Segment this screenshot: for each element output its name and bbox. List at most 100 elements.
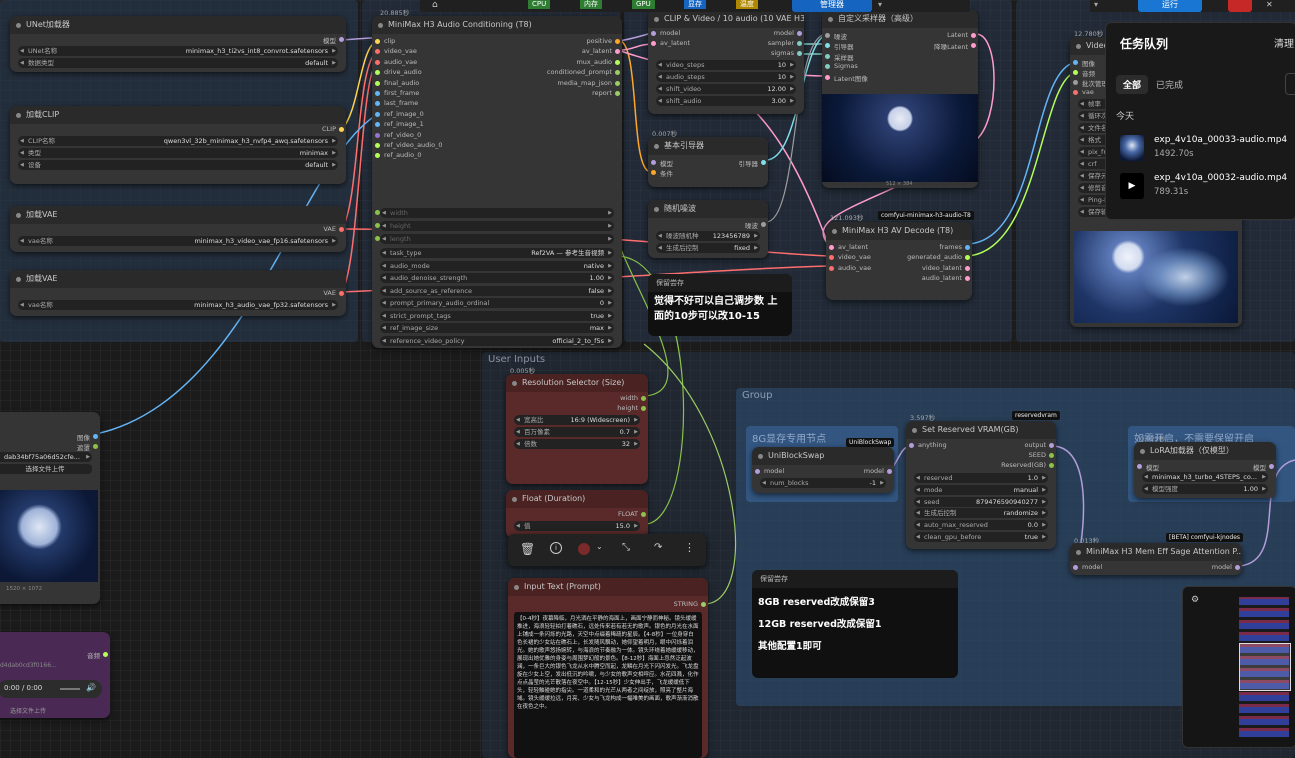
ac-output-port[interactable]: conditioned_prompt [547,68,612,76]
cs-input-pin[interactable] [825,74,830,80]
avd-output-pin[interactable] [965,245,970,250]
cs-output-latent[interactable]: Latent [947,31,968,39]
float-value-widget[interactable]: 值15.0 [514,521,640,531]
ac-output-pin[interactable] [615,49,620,55]
vram-input-anything[interactable]: anything [918,441,947,449]
minimap-settings-icon[interactable]: ⚙ [1191,595,1199,605]
sage-output-pin[interactable] [1235,565,1240,570]
load-audio-output-pin[interactable] [103,652,108,657]
ac-input-port[interactable]: ref_audio_0 [384,151,421,159]
res-output-width[interactable]: width [620,394,638,402]
guider-output[interactable]: 引导器 [739,158,759,168]
lora-loader-node[interactable]: LoRA加载器（仅模型） 模型 模型 minimax_h3_turbo_4STE… [1134,442,1276,498]
ac-converted-widget[interactable]: length [380,234,614,244]
load-image-file-widget[interactable]: dab34bf75a06d52cfe... [0,452,92,462]
av-decode-node[interactable]: MiniMax H3 AV Decode (T8) av_latent video… [826,222,972,300]
vc-input-port[interactable]: 音频 [1082,68,1095,78]
vram-output-seed[interactable]: SEED [1029,451,1046,459]
ac-input-pin[interactable] [375,101,380,107]
vram-widget[interactable]: clean_gpu_before true [914,532,1048,542]
ac-input-port[interactable]: drive_audio [384,68,422,76]
ac-input-port[interactable]: final_audio [384,79,419,87]
ac-widget[interactable]: strict_prompt_tags true [380,310,614,321]
ac-converted-pin[interactable] [375,210,380,215]
vram-output-pin-3[interactable] [1049,463,1054,468]
cva-shift-audio[interactable]: shift_audio3.00 [656,96,796,106]
ac-widget[interactable]: reference_video_policy official_2_to_f5s [380,335,614,346]
ac-output-port[interactable]: av_latent [582,47,612,55]
ac-output-pin[interactable] [615,39,620,44]
vram-widget[interactable]: seed 879476590940277 [914,496,1048,507]
ac-input-pin[interactable] [375,59,380,65]
ac-converted-widget[interactable]: width [380,208,614,218]
ac-widget[interactable]: task_type Ref2VA — 参考生音视频 [380,248,614,258]
cs-input-port[interactable]: Sigmas [834,62,858,70]
ac-input-port[interactable]: first_frame [384,89,419,97]
minimap[interactable]: ⚙ [1182,586,1295,748]
ac-widget[interactable]: ref_image_size max [380,323,614,333]
cva-output-sigmas[interactable]: sigmas [771,49,794,57]
ac-converted-pin[interactable] [375,223,380,228]
queue-filter-icon[interactable] [1285,73,1295,95]
ac-output-port[interactable]: mux_audio [576,58,612,66]
vram-widget[interactable]: auto_max_reserved 0.0 [914,520,1048,531]
load-audio-file[interactable]: d4dab0cd3f0166... [0,662,57,669]
lora-input-model[interactable]: 模型 [1146,462,1159,472]
ac-input-port[interactable]: ref_image_1 [384,120,424,128]
ac-input-pin[interactable] [375,111,380,117]
float-duration-node[interactable]: Float (Duration) FLOAT 值15.0 [506,490,648,538]
avd-output-pin[interactable] [965,255,970,261]
minimap-viewport[interactable] [1239,643,1291,691]
cs-input-port[interactable]: 噪波 [834,31,847,41]
manager-menu-icon[interactable]: ▾ [878,0,882,9]
ac-output-port[interactable]: media_map_json [558,79,612,87]
cva-input-avlatent-pin[interactable] [651,41,656,46]
vae-video-output-pin[interactable] [339,227,344,232]
avd-input-pin[interactable] [829,245,834,250]
sage-output-model[interactable]: model [1212,563,1232,571]
vram-widget[interactable]: mode manual [914,484,1048,495]
random-noise-node[interactable]: 随机噪波 噪波 噪波随机种123456789 生成后控制fixed [648,200,768,258]
unet-dtype-widget[interactable]: 数据类型default [18,58,338,68]
clip-output[interactable]: CLIP [322,125,336,133]
unet-loader-node[interactable]: UNet加载器 模型 UNet名称minimax_h3_ti2vs_int8_c… [10,16,346,72]
noise-output-pin[interactable] [761,222,766,227]
clip-loader-node[interactable]: 加载CLIP CLIP CLIP名称qwen3vl_32b_minimax_h3… [10,106,346,184]
load-image-image-pin[interactable] [93,434,98,439]
ac-widget[interactable]: add_source_as_reference false [380,285,614,296]
lora-input-pin[interactable] [1137,464,1142,469]
info-icon[interactable]: i [550,542,562,554]
ac-output-pin[interactable] [615,70,620,76]
reserved-vram-node[interactable]: Set Reserved VRAM(GB) anything output SE… [906,421,1056,549]
ac-input-port[interactable]: ref_video_audio_0 [384,141,442,149]
ac-input-port[interactable]: last_frame [384,99,418,107]
queue-tab-all[interactable]: 全部 [1116,75,1149,94]
cva-input-avlatent[interactable]: av_latent [660,39,690,47]
vc-input-pin[interactable] [1073,90,1078,95]
cva-shift-video[interactable]: shift_video12.00 [656,84,796,94]
ac-input-pin[interactable] [375,91,380,96]
ac-widget[interactable]: audio_mode native [380,260,614,271]
volume-icon[interactable]: 🔊 [86,683,96,692]
ac-input-pin[interactable] [375,122,380,128]
ac-input-pin[interactable] [375,153,380,159]
note-vram[interactable]: 保留尝存 8GB reserved改成保留3 12GB reserved改成保留… [752,570,958,678]
vae-video-name-widget[interactable]: vae名称minimax_h3_video_vae_fp16.safetenso… [18,236,338,246]
cva-output-pin-3[interactable] [797,51,802,56]
lora-output-pin[interactable] [1269,464,1274,469]
input-text-output-pin[interactable] [701,602,706,607]
res-mp-widget[interactable]: 百万像素0.7 [514,427,640,437]
cs-output-denoised[interactable]: 降噪Latent [934,41,968,51]
ac-widget[interactable]: prompt_primary_audio_ordinal 0 [380,298,614,308]
cs-input-pin[interactable] [825,64,830,70]
audio-conditioning-node[interactable]: MiniMax H3 Audio Conditioning (T8) clip v… [372,16,622,348]
vae-audio-output[interactable]: VAE [323,289,336,297]
vae-audio-name-widget[interactable]: vae名称minimax_h3_audio_vae_fp32.safetenso… [18,300,338,310]
vc-input-pin[interactable] [1073,80,1078,85]
avd-input-pin[interactable] [829,265,834,271]
lora-name-widget[interactable]: minimax_h3_turbo_4STEPS_co... [1142,472,1268,482]
queue-item[interactable]: exp_4v10a_00033-audio.mp4 1492.70s [1120,133,1292,165]
bypass-icon[interactable]: ↷ [654,542,662,553]
res-multiple-widget[interactable]: 倍数32 [514,439,640,449]
unet-output-pin[interactable] [339,37,344,42]
